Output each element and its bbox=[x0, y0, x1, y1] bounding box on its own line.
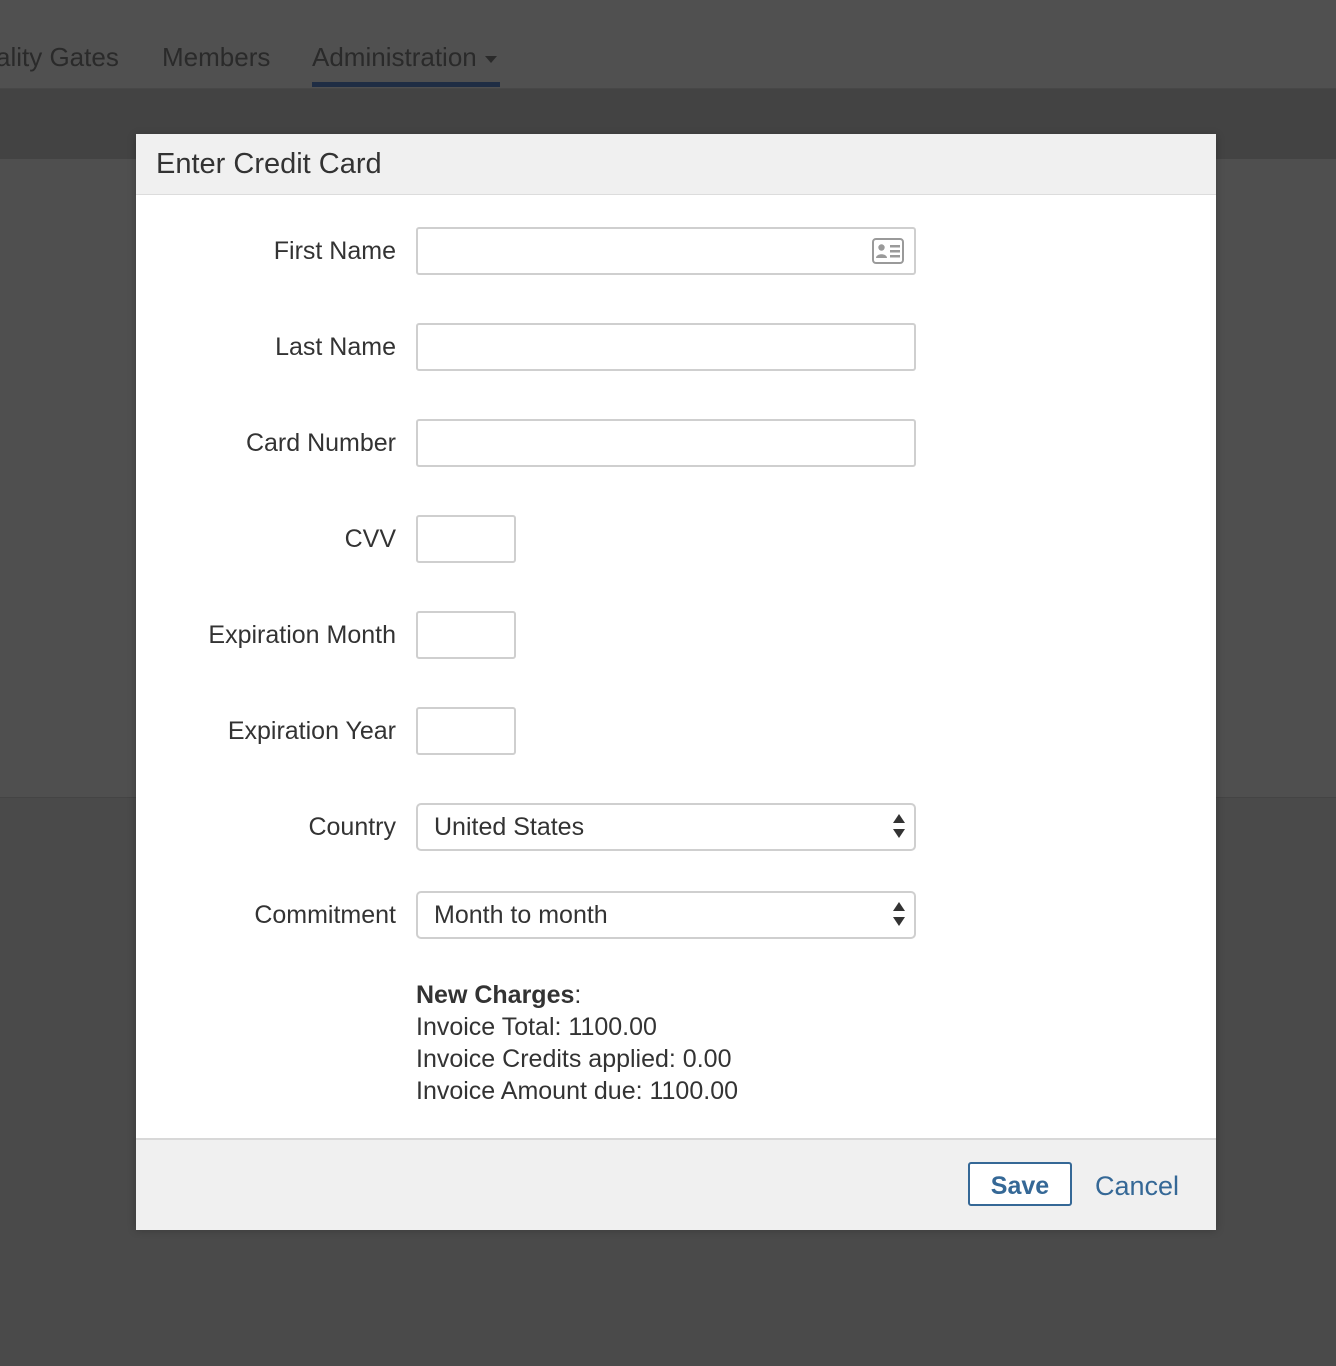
first-name-input[interactable] bbox=[418, 229, 914, 273]
first-name-row: First Name bbox=[136, 227, 1216, 275]
cvv-row: CVV bbox=[136, 515, 1216, 563]
save-button[interactable]: Save bbox=[968, 1162, 1072, 1206]
nav-item-quality-gates[interactable]: ality Gates bbox=[0, 40, 119, 74]
modal-body: First Name Last Name Card Number CVV Exp… bbox=[136, 195, 1216, 1138]
first-name-field-wrapper bbox=[416, 227, 916, 275]
commitment-row: Commitment Month to month bbox=[136, 891, 1216, 939]
nav-item-administration-label: Administration bbox=[312, 42, 477, 72]
modal-header: Enter Credit Card bbox=[136, 134, 1216, 195]
nav-item-administration[interactable]: Administration bbox=[312, 40, 497, 74]
country-select-value: United States bbox=[434, 813, 585, 841]
commitment-select-value: Month to month bbox=[434, 901, 608, 929]
country-label: Country bbox=[308, 813, 396, 841]
charges-title: New Charges bbox=[416, 981, 575, 1009]
commitment-label: Commitment bbox=[254, 901, 396, 929]
invoice-amount-due: Invoice Amount due: 1100.00 bbox=[416, 1077, 738, 1105]
expiration-month-row: Expiration Month bbox=[136, 611, 1216, 659]
card-number-input[interactable] bbox=[418, 421, 914, 465]
expiration-year-label: Expiration Year bbox=[227, 717, 396, 745]
expiration-year-input[interactable] bbox=[418, 709, 514, 753]
updown-arrows-icon bbox=[892, 814, 906, 842]
expiration-month-field-wrapper bbox=[416, 611, 516, 659]
charges-summary: New Charges: Invoice Total: 1100.00 Invo… bbox=[416, 981, 738, 1105]
expiration-year-row: Expiration Year bbox=[136, 707, 1216, 755]
modal-title: Enter Credit Card bbox=[156, 148, 382, 180]
expiration-month-label: Expiration Month bbox=[208, 621, 396, 649]
cvv-input[interactable] bbox=[418, 517, 514, 561]
modal-footer: Save Cancel bbox=[136, 1138, 1216, 1230]
country-select[interactable]: United States bbox=[416, 803, 916, 851]
card-number-row: Card Number bbox=[136, 419, 1216, 467]
cancel-link[interactable]: Cancel bbox=[1095, 1162, 1179, 1210]
invoice-credits: Invoice Credits applied: 0.00 bbox=[416, 1045, 732, 1073]
caret-down-icon bbox=[484, 55, 497, 63]
commitment-select[interactable]: Month to month bbox=[416, 891, 916, 939]
contact-card-icon[interactable] bbox=[872, 238, 904, 264]
nav-item-members[interactable]: Members bbox=[162, 40, 270, 74]
cvv-field-wrapper bbox=[416, 515, 516, 563]
last-name-row: Last Name bbox=[136, 323, 1216, 371]
last-name-field-wrapper bbox=[416, 323, 916, 371]
expiration-month-input[interactable] bbox=[418, 613, 514, 657]
last-name-label: Last Name bbox=[275, 333, 396, 361]
expiration-year-field-wrapper bbox=[416, 707, 516, 755]
card-number-label: Card Number bbox=[245, 429, 396, 457]
cvv-label: CVV bbox=[344, 525, 396, 553]
invoice-total: Invoice Total: 1100.00 bbox=[416, 1013, 657, 1041]
credit-card-modal: Enter Credit Card First Name Last Name C… bbox=[136, 134, 1216, 1230]
top-navigation: ality Gates Members Administration bbox=[0, 0, 1336, 89]
last-name-input[interactable] bbox=[418, 325, 914, 369]
updown-arrows-icon bbox=[892, 902, 906, 930]
card-number-field-wrapper bbox=[416, 419, 916, 467]
country-row: Country United States bbox=[136, 803, 1216, 851]
active-tab-indicator bbox=[312, 82, 500, 87]
first-name-label: First Name bbox=[273, 237, 396, 265]
